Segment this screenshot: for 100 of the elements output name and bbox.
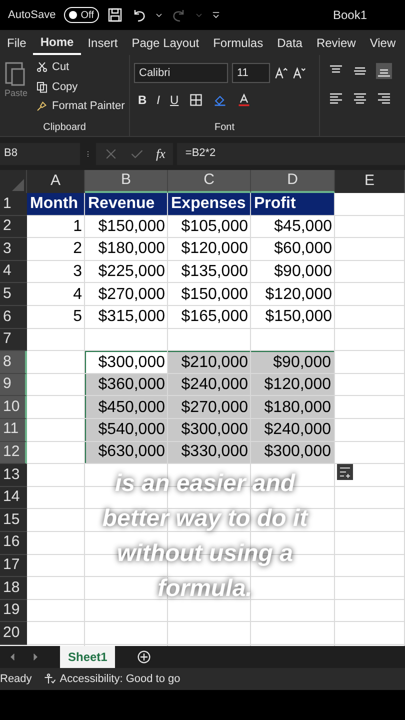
- formula-field[interactable]: =B2*2: [177, 142, 405, 164]
- scissors-icon[interactable]: [36, 61, 48, 74]
- row-header[interactable]: 19: [0, 600, 27, 622]
- row-header[interactable]: 1: [0, 193, 27, 216]
- paste-button[interactable]: Paste: [0, 59, 32, 118]
- accessibility-icon: [44, 673, 56, 685]
- column-header[interactable]: B: [85, 170, 168, 193]
- row-header[interactable]: 11: [0, 418, 27, 442]
- row-header[interactable]: 18: [0, 577, 27, 600]
- row-header[interactable]: 9: [0, 374, 27, 396]
- cancel-icon[interactable]: [104, 146, 118, 160]
- triangle-icon: [12, 179, 24, 191]
- add-sheet-icon[interactable]: [137, 650, 152, 664]
- sheet-tab[interactable]: Sheet1: [60, 646, 116, 668]
- table-cell: $630,000: [85, 442, 168, 464]
- row-header[interactable]: 14: [0, 486, 27, 510]
- row-header[interactable]: 3: [0, 238, 27, 261]
- autosave-toggle[interactable]: Off: [64, 7, 99, 23]
- table-cell-text: 3: [72, 262, 83, 282]
- fill-color-icon[interactable]: [212, 93, 227, 107]
- row-header[interactable]: 12: [0, 442, 27, 464]
- name-box[interactable]: B8: [0, 142, 80, 164]
- accessibility-status[interactable]: Accessibility: Good to go: [60, 670, 180, 688]
- ribbon-tab[interactable]: Insert: [80, 30, 125, 55]
- column-header[interactable]: C: [168, 170, 251, 193]
- row-header[interactable]: 7: [0, 328, 27, 352]
- font-name-field[interactable]: Calibri: [134, 63, 228, 83]
- group-label: Clipboard: [43, 120, 86, 134]
- row-header[interactable]: 8: [0, 351, 27, 374]
- row-header[interactable]: 15: [0, 509, 27, 532]
- table-cell: $540,000: [85, 418, 168, 442]
- ribbon-tab[interactable]: View: [362, 30, 403, 55]
- row-header[interactable]: 20: [0, 622, 27, 645]
- row-header[interactable]: 17: [0, 554, 27, 578]
- customize-icon[interactable]: [210, 10, 221, 20]
- ribbon-tab[interactable]: File: [0, 30, 34, 55]
- table-cell-text: $90,000: [273, 262, 333, 282]
- table-cell-text: $135,000: [180, 262, 249, 282]
- autosave-label: AutoSave: [8, 8, 56, 23]
- table-cell: $120,000: [251, 374, 335, 396]
- table-cell-text: $270,000: [97, 284, 166, 305]
- ribbon-tab[interactable]: Review: [309, 30, 363, 55]
- ribbon-tab[interactable]: Formulas: [206, 30, 270, 55]
- table-cell: $360,000: [85, 374, 168, 396]
- row-header[interactable]: 13: [0, 464, 27, 487]
- row-header[interactable]: 6: [0, 306, 27, 329]
- shrink-font-icon[interactable]: [292, 66, 306, 80]
- table-cell-text: $120,000: [264, 284, 333, 305]
- group-label: Font: [214, 120, 234, 134]
- table-cell: $300,000: [251, 442, 335, 464]
- table-cell-text: 5: [72, 307, 83, 328]
- table-cell-text: $165,000: [180, 307, 249, 328]
- row-header[interactable]: 16: [0, 532, 27, 554]
- table-cell-text: 1: [72, 216, 83, 237]
- ribbon-tab[interactable]: Page Layout: [124, 30, 206, 55]
- table-cell: $240,000: [251, 418, 335, 442]
- grow-font-icon[interactable]: [274, 66, 288, 80]
- table-cell-text: $225,000: [97, 262, 166, 282]
- table-cell-text: $60,000: [273, 239, 333, 260]
- table-cell-text: $45,000: [273, 216, 333, 237]
- table-cell: $180,000: [251, 396, 335, 419]
- table-cell-text: $120,000: [180, 239, 249, 260]
- table-cell: Profit: [251, 193, 335, 216]
- brush-icon[interactable]: [36, 100, 48, 112]
- table-cell: $90,000: [251, 351, 335, 374]
- copy-icon[interactable]: [36, 80, 48, 93]
- table-cell: $240,000: [168, 374, 251, 396]
- ribbon-tab[interactable]: Data: [270, 30, 310, 55]
- copy-button[interactable]: Copy: [36, 78, 125, 95]
- table-cell-text: $150,000: [264, 307, 333, 328]
- insert-function-button[interactable]: fx: [156, 144, 166, 164]
- table-cell-text: 2: [72, 239, 83, 260]
- font-style-button[interactable]: B: [138, 91, 147, 109]
- font-size-field[interactable]: 11: [232, 63, 270, 83]
- quick-analysis-icon[interactable]: [337, 464, 353, 480]
- table-cell-text: $180,000: [97, 239, 166, 260]
- row-header[interactable]: 5: [0, 283, 27, 306]
- borders-icon[interactable]: [188, 93, 203, 107]
- column-header[interactable]: D: [251, 170, 335, 193]
- row-header[interactable]: 10: [0, 396, 27, 419]
- caret-icon[interactable]: [154, 11, 163, 19]
- table-cell-text: 4: [72, 284, 83, 305]
- font-style-button[interactable]: I: [156, 91, 160, 109]
- table-cell-text: $150,000: [97, 216, 166, 237]
- align-bottom-icon[interactable]: [376, 63, 392, 79]
- table-cell: $210,000: [168, 351, 251, 374]
- row-header[interactable]: 2: [0, 216, 27, 238]
- table-cell-text: $150,000: [180, 284, 249, 305]
- table-cell: $270,000: [168, 396, 251, 419]
- cut-button[interactable]: Cut: [36, 59, 125, 76]
- font-style-button[interactable]: U: [170, 91, 179, 109]
- save-icon[interactable]: [106, 7, 123, 23]
- font-color-icon[interactable]: [236, 93, 251, 107]
- window-title: Book1: [332, 7, 367, 24]
- table-cell: $330,000: [168, 442, 251, 464]
- table-cell: $300,000: [85, 351, 168, 374]
- row-header[interactable]: 4: [0, 260, 27, 284]
- table-cell: Revenue: [85, 193, 168, 216]
- table-cell: $300,000: [168, 418, 251, 442]
- format-painter-button[interactable]: Format Painter: [36, 98, 125, 114]
